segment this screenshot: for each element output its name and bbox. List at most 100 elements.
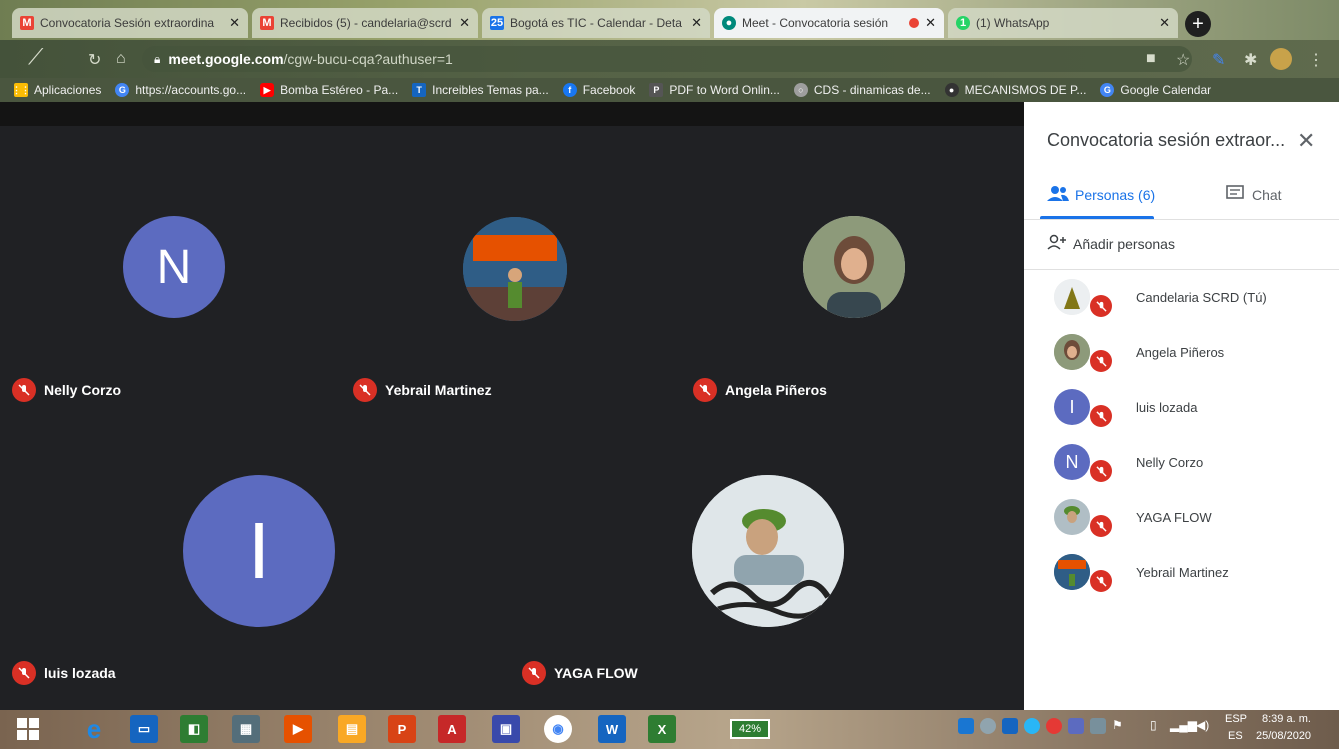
panel-title: Convocatoria sesión extraor...: [1047, 130, 1286, 150]
extensions-icon[interactable]: ✱: [1244, 50, 1257, 70]
camera-icon[interactable]: ■: [1146, 50, 1156, 68]
file-explorer-icon[interactable]: ▤: [338, 715, 366, 743]
lock-icon: 🔒︎: [154, 51, 161, 66]
tray-app-icon[interactable]: [1046, 718, 1062, 734]
participant-tile-label: Yebrail Martinez: [353, 378, 492, 402]
bookmark-item[interactable]: G https://accounts.go...: [115, 83, 246, 97]
word-icon[interactable]: W: [598, 715, 626, 743]
tray-app-icon[interactable]: [958, 718, 974, 734]
participant-tile-label: luis lozada: [12, 661, 116, 685]
remote-desktop-icon[interactable]: ▣: [492, 715, 520, 743]
bookmark-item[interactable]: ○ CDS - dinamicas de...: [793, 83, 931, 97]
divider: [1024, 219, 1339, 220]
participant-name: Angela Piñeros: [1136, 345, 1225, 360]
tray-app-icon[interactable]: [1090, 718, 1106, 734]
clock-date[interactable]: 25/08/2020: [1256, 730, 1311, 742]
tab-people[interactable]: Personas (6): [1047, 185, 1155, 204]
bookmark-star-icon[interactable]: ☆: [1176, 50, 1190, 70]
add-people-button[interactable]: Añadir personas: [1047, 234, 1175, 253]
wifi-signal-icon[interactable]: ▂▄▆: [1170, 718, 1197, 734]
media-player-icon[interactable]: ▶: [284, 715, 312, 743]
reload-icon[interactable]: ↻: [88, 50, 101, 70]
input-layout[interactable]: ES: [1228, 730, 1243, 742]
acrobat-icon[interactable]: A: [438, 715, 466, 743]
flag-icon[interactable]: ⚑: [1112, 718, 1128, 734]
tray-app-icon[interactable]: [980, 718, 996, 734]
new-tab-button[interactable]: +: [1185, 11, 1211, 37]
close-icon[interactable]: ✕: [459, 15, 470, 31]
bookmark-item[interactable]: G Google Calendar: [1100, 83, 1211, 97]
facebook-icon: f: [562, 83, 577, 97]
calculator-icon[interactable]: ▦: [232, 715, 260, 743]
bookmark-item[interactable]: T Increibles Temas pa...: [412, 83, 549, 97]
participant-row[interactable]: N Nelly Corzo: [1024, 436, 1339, 491]
mic-off-icon: [1090, 405, 1112, 427]
youtube-icon: ▶: [260, 83, 275, 97]
participant-photo-avatar: [463, 217, 567, 321]
recording-icon: [909, 18, 920, 28]
bookmark-item[interactable]: f Facebook: [562, 83, 635, 97]
close-icon: ✕: [1297, 128, 1316, 153]
address-bar[interactable]: 🔒︎ meet.google.com/cgw-bucu-cqa?authuser…: [142, 46, 1192, 72]
participant-row[interactable]: I luis lozada: [1024, 381, 1339, 436]
participant-row[interactable]: Candelaria SCRD (Tú): [1024, 271, 1339, 326]
store-icon[interactable]: ◧: [180, 715, 208, 743]
profile-avatar[interactable]: [1270, 48, 1292, 70]
battery-indicator[interactable]: 42%: [730, 719, 770, 739]
bookmark-item[interactable]: P PDF to Word Onlin...: [649, 83, 780, 97]
mic-off-icon: [1090, 460, 1112, 482]
mic-off-icon: [1090, 350, 1112, 372]
mic-off-icon: [522, 661, 546, 685]
browser-tab[interactable]: 1 (1) WhatsApp ✕: [948, 8, 1178, 38]
participant-row[interactable]: Angela Piñeros: [1024, 326, 1339, 381]
stage-top-bar: [0, 102, 1024, 126]
apps-icon: ⋮⋮: [12, 83, 30, 97]
mic-off-icon: [693, 378, 717, 402]
tray-app-icon[interactable]: [1068, 718, 1084, 734]
browser-tab[interactable]: M Recibidos (5) - candelaria@scrd ✕: [252, 8, 478, 38]
powerpoint-icon[interactable]: P: [388, 715, 416, 743]
clock-time[interactable]: 8:39 a. m.: [1262, 713, 1311, 725]
close-icon[interactable]: ✕: [925, 15, 936, 31]
chat-icon: [1226, 185, 1244, 204]
home-icon[interactable]: ⌂: [116, 50, 126, 68]
participant-photo-avatar: [692, 475, 844, 627]
browser-tab[interactable]: 25 Bogotá es TIC - Calendar - Deta ✕: [482, 8, 710, 38]
chrome-icon[interactable]: ◉: [544, 715, 572, 743]
excel-icon[interactable]: X: [648, 715, 676, 743]
mic-off-icon: [1090, 295, 1112, 317]
desktop-icon[interactable]: ▭: [130, 715, 158, 743]
t-icon: T: [412, 83, 427, 97]
participant-row[interactable]: Yebrail Martinez: [1024, 546, 1339, 601]
bookmarks-bar: ⋮⋮ Aplicaciones G https://accounts.go...…: [0, 78, 1339, 102]
browser-tab[interactable]: M Convocatoria Sesión extraordina ✕: [12, 8, 248, 38]
power-icon[interactable]: ▯: [1150, 718, 1166, 734]
internet-explorer-icon[interactable]: e: [80, 714, 108, 744]
bookmark-item[interactable]: ● MECANISMOS DE P...: [944, 83, 1086, 97]
mic-off-icon: [353, 378, 377, 402]
browser-tab-active[interactable]: ● Meet - Convocatoria sesión ✕: [714, 8, 944, 38]
bookmark-item[interactable]: ▶ Bomba Estéreo - Pa...: [260, 83, 398, 97]
bluetooth-icon[interactable]: [1002, 718, 1018, 734]
participant-row[interactable]: YAGA FLOW: [1024, 491, 1339, 546]
close-icon[interactable]: ✕: [229, 15, 240, 31]
participant-avatar: I: [1054, 389, 1090, 425]
close-panel-button[interactable]: ✕: [1297, 128, 1315, 154]
participant-tile-label: Nelly Corzo: [12, 378, 121, 402]
close-icon[interactable]: ✕: [1159, 15, 1170, 31]
divider: [1024, 269, 1339, 270]
mic-off-icon: [12, 661, 36, 685]
menu-icon[interactable]: ⋮: [1308, 50, 1324, 70]
participant-avatar: I: [183, 475, 335, 627]
tray-app-icon[interactable]: [1024, 718, 1040, 734]
participant-photo-avatar: [1054, 499, 1090, 535]
volume-icon[interactable]: ◀): [1196, 718, 1212, 734]
windows-start-icon[interactable]: [14, 715, 42, 743]
bookmark-item[interactable]: ⋮⋮ Aplicaciones: [12, 83, 101, 97]
mic-off-icon: [1090, 515, 1112, 537]
extension-icon[interactable]: ✎: [1212, 50, 1225, 70]
close-icon[interactable]: ✕: [691, 15, 702, 31]
tab-chat[interactable]: Chat: [1226, 185, 1282, 204]
gmail-icon: M: [20, 16, 34, 30]
input-language[interactable]: ESP: [1225, 713, 1247, 725]
